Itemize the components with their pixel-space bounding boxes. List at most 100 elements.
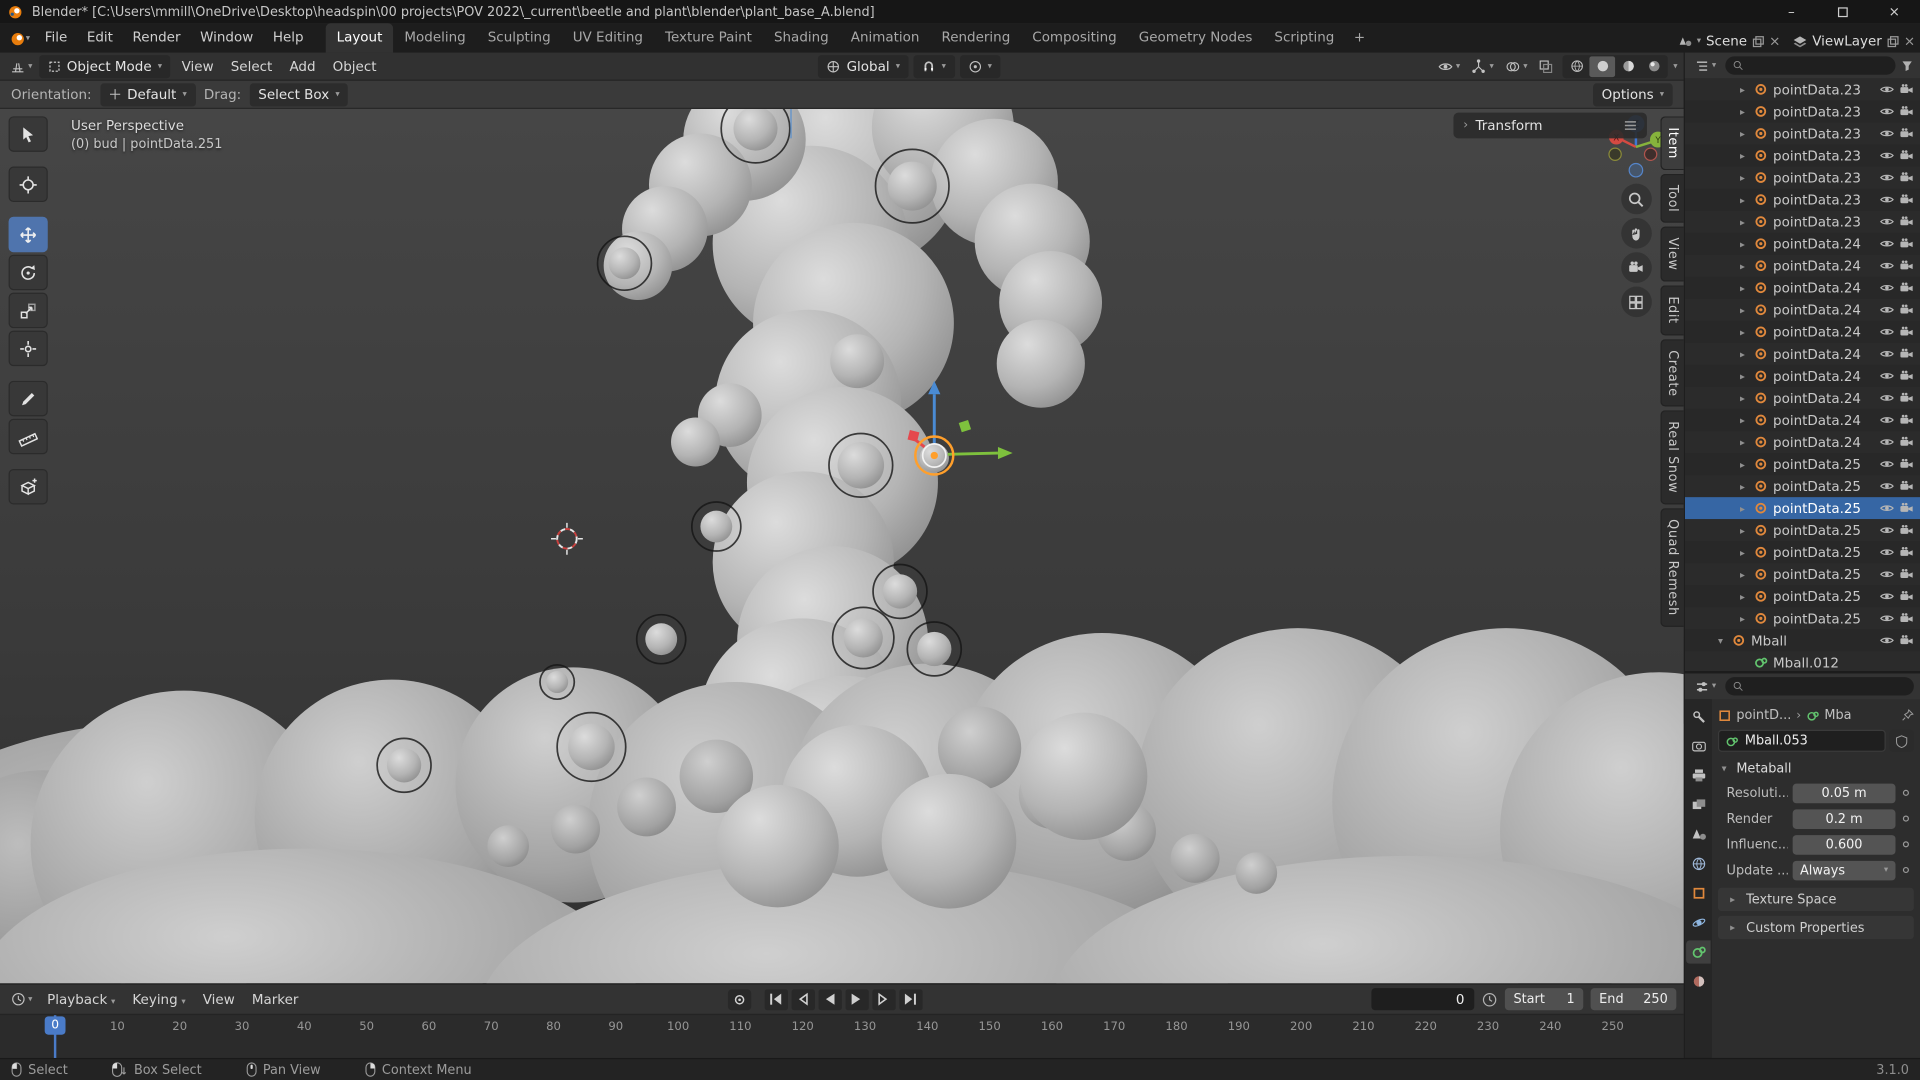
timeline-menu-playback[interactable]: Playback▾: [39, 991, 124, 1007]
minimize-button[interactable]: –: [1766, 0, 1817, 23]
outliner-row-pointdata-24[interactable]: ▸pointData.24: [1685, 233, 1920, 255]
workspace-tab-texture-paint[interactable]: Texture Paint: [654, 23, 763, 52]
render-visibility-icon[interactable]: [1899, 457, 1914, 472]
tool-select-box-button[interactable]: [9, 116, 48, 152]
outliner-row-pointdata-25[interactable]: ▸pointData.25: [1685, 585, 1920, 607]
unlink-scene-icon[interactable]: ×: [1769, 33, 1780, 49]
disclosure-closed-icon[interactable]: ▸: [1736, 591, 1748, 602]
render-visibility-icon[interactable]: [1899, 214, 1914, 229]
animate-dot-icon[interactable]: [1903, 841, 1909, 847]
outliner-row-mball-012[interactable]: Mball.012: [1685, 651, 1920, 671]
outliner-row-pointdata-24[interactable]: ▸pointData.24: [1685, 387, 1920, 409]
hide-eye-icon[interactable]: [1880, 214, 1895, 229]
hide-eye-icon[interactable]: [1880, 391, 1895, 406]
hide-eye-icon[interactable]: [1880, 104, 1895, 119]
pin-icon[interactable]: [1902, 709, 1914, 721]
outliner-row-pointdata-25[interactable]: ▸pointData.25: [1685, 607, 1920, 629]
menu-help[interactable]: Help: [263, 24, 313, 52]
current-frame-field[interactable]: 0: [1371, 988, 1474, 1010]
disclosure-closed-icon[interactable]: ▸: [1736, 150, 1748, 161]
datablock-name-field[interactable]: Mball.053: [1718, 730, 1886, 752]
render-visibility-icon[interactable]: [1899, 479, 1914, 494]
drag-setting-dropdown[interactable]: Select Box ▾: [250, 83, 348, 106]
hide-eye-icon[interactable]: [1880, 523, 1895, 538]
filter-icon[interactable]: [1900, 59, 1913, 72]
clock-icon[interactable]: [1482, 991, 1498, 1007]
shading-rendered-button[interactable]: [1641, 56, 1667, 77]
viewport-menu-object[interactable]: Object: [324, 58, 385, 74]
render-visibility-icon[interactable]: [1899, 126, 1914, 141]
viewport-canvas[interactable]: [0, 109, 1684, 983]
copy-scene-icon[interactable]: [1752, 35, 1764, 47]
outliner-row-pointdata-25[interactable]: ▸pointData.25: [1685, 541, 1920, 563]
close-button[interactable]: ×: [1869, 0, 1920, 23]
disclosure-closed-icon[interactable]: ▸: [1736, 216, 1748, 227]
properties-search-input[interactable]: [1725, 677, 1914, 695]
tool-annotate-button[interactable]: [9, 381, 48, 417]
timeline-menu-keying[interactable]: Keying▾: [124, 991, 194, 1007]
editor-type-button[interactable]: ▾: [6, 54, 36, 77]
disclosure-closed-icon[interactable]: ▸: [1736, 525, 1748, 536]
remove-view-layer-icon[interactable]: ×: [1904, 33, 1915, 49]
hide-eye-icon[interactable]: [1880, 633, 1895, 648]
outliner-row-pointdata-24[interactable]: ▸pointData.24: [1685, 409, 1920, 431]
start-frame-field[interactable]: Start 1: [1505, 988, 1583, 1010]
render-visibility-icon[interactable]: [1899, 501, 1914, 516]
disclosure-closed-icon[interactable]: ▸: [1736, 459, 1748, 470]
render-visibility-icon[interactable]: [1899, 523, 1914, 538]
viewport-menu-add[interactable]: Add: [281, 58, 324, 74]
hide-eye-icon[interactable]: [1880, 148, 1895, 163]
end-frame-field[interactable]: End 250: [1591, 988, 1677, 1010]
panel-menu-icon[interactable]: [1624, 120, 1637, 131]
hide-eye-icon[interactable]: [1880, 258, 1895, 273]
outliner-row-pointdata-24[interactable]: ▸pointData.24: [1685, 431, 1920, 453]
options-dropdown[interactable]: Options ▾: [1593, 83, 1673, 106]
hide-eye-icon[interactable]: [1880, 280, 1895, 295]
hide-eye-icon[interactable]: [1880, 545, 1895, 560]
hide-eye-icon[interactable]: [1880, 302, 1895, 317]
render-visibility-icon[interactable]: [1899, 104, 1914, 119]
timeline-editor-type-button[interactable]: ▾: [7, 988, 36, 1011]
timeline-menu-marker[interactable]: Marker: [243, 991, 307, 1007]
hide-eye-icon[interactable]: [1880, 369, 1895, 384]
hide-eye-icon[interactable]: [1880, 413, 1895, 428]
menu-file[interactable]: File: [35, 24, 77, 52]
hide-eye-icon[interactable]: [1880, 457, 1895, 472]
properties-tab-world[interactable]: [1686, 852, 1710, 875]
fake-user-button[interactable]: [1889, 730, 1913, 752]
shading-material-button[interactable]: [1616, 56, 1642, 77]
menu-edit[interactable]: Edit: [77, 24, 123, 52]
prev-keyframe-button[interactable]: [791, 989, 814, 1010]
workspace-tab-geometry-nodes[interactable]: Geometry Nodes: [1128, 23, 1264, 52]
outliner-row-pointdata-24[interactable]: ▸pointData.24: [1685, 343, 1920, 365]
render-visibility-icon[interactable]: [1899, 589, 1914, 604]
hide-eye-icon[interactable]: [1880, 170, 1895, 185]
sidebar-tab-quad-remesh[interactable]: Quad Remesh: [1660, 509, 1683, 628]
hide-eye-icon[interactable]: [1880, 589, 1895, 604]
property-dropdown-field[interactable]: Always▾: [1793, 860, 1896, 880]
property-number-field[interactable]: 0.2 m: [1793, 809, 1896, 829]
properties-editor-type-button[interactable]: ▾: [1691, 675, 1720, 698]
disclosure-closed-icon[interactable]: ▸: [1736, 326, 1748, 337]
viewport-menu-select[interactable]: Select: [222, 58, 281, 74]
workspace-tab-animation[interactable]: Animation: [840, 23, 931, 52]
nav-zoom-button[interactable]: [1621, 184, 1652, 215]
render-visibility-icon[interactable]: [1899, 302, 1914, 317]
disclosure-closed-icon[interactable]: ▸: [1736, 392, 1748, 403]
app-menu-button[interactable]: ▾: [5, 31, 35, 53]
tool-add-cube-button[interactable]: [9, 469, 48, 505]
animate-dot-icon[interactable]: [1903, 816, 1909, 822]
disclosure-closed-icon[interactable]: ▸: [1736, 106, 1748, 117]
outliner-row-pointdata-24[interactable]: ▸pointData.24: [1685, 255, 1920, 277]
orientation-dropdown[interactable]: Global ▾: [818, 54, 908, 77]
outliner-row-pointdata-23[interactable]: ▸pointData.23: [1685, 189, 1920, 211]
play-reverse-button[interactable]: [818, 989, 841, 1010]
outliner-search-input[interactable]: [1725, 56, 1896, 74]
shading-wireframe-button[interactable]: [1564, 56, 1590, 77]
copy-view-layer-icon[interactable]: [1887, 35, 1899, 47]
render-visibility-icon[interactable]: [1899, 413, 1914, 428]
shading-dropdown-icon[interactable]: ▾: [1673, 62, 1677, 71]
workspace-tab-layout[interactable]: Layout: [326, 23, 394, 52]
nav-perspective-ortho-button[interactable]: [1621, 287, 1652, 318]
hide-eye-icon[interactable]: [1880, 567, 1895, 582]
